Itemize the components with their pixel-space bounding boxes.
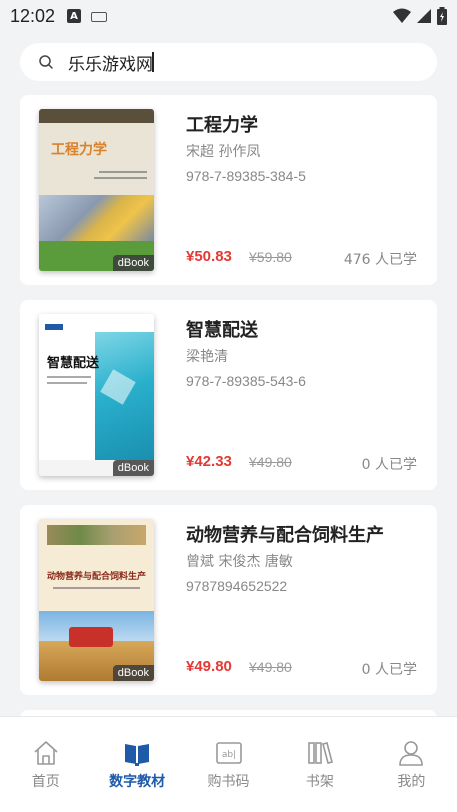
user-icon [399, 741, 424, 766]
cover-harvester [69, 627, 113, 647]
notification-a-icon: A [67, 9, 82, 23]
book-isbn: 978-7-89385-384-5 [186, 168, 306, 184]
signal-icon [417, 9, 431, 23]
cover-title: 智慧配送 [47, 356, 100, 371]
nav-profile[interactable]: 我的 [366, 717, 457, 812]
book-price: ¥50.83 [186, 248, 232, 265]
book-cover[interactable]: 工程力学 dBook [39, 109, 154, 271]
nav-digital-textbook[interactable]: 数字教材 [91, 717, 182, 812]
shelf-icon [308, 742, 333, 764]
nav-label: 书架 [305, 774, 334, 790]
book-learners: 476 人已学 [343, 252, 417, 268]
book-cover[interactable]: 智慧配送 dBook [39, 314, 154, 476]
book-original-price: ¥49.80 [249, 659, 292, 675]
book-icon [125, 744, 150, 766]
cover-line [47, 382, 87, 384]
cover-image [39, 195, 154, 241]
book-list: 工程力学 dBook 工程力学 宋超 孙作凤 978-7-89385-384-5… [20, 95, 437, 755]
book-original-price: ¥59.80 [249, 249, 292, 265]
book-isbn: 978-7-89385-543-6 [186, 373, 306, 389]
book-card[interactable]: 动物营养与配合饲料生产 dBook 动物营养与配合饲料生产 曾斌 宋俊杰 唐敏 … [20, 505, 437, 695]
book-cover[interactable]: 动物营养与配合饲料生产 dBook [39, 519, 154, 681]
code-icon: ab| [215, 742, 242, 764]
nav-label: 我的 [397, 774, 426, 790]
nav-purchase-code[interactable]: ab| 购书码 [183, 717, 274, 812]
book-learners: 0 人已学 [361, 662, 417, 678]
book-price: ¥49.80 [186, 658, 232, 675]
dbook-tag: dBook [112, 460, 154, 476]
cover-header-band [39, 109, 154, 123]
cover-line [94, 177, 147, 179]
bottom-nav: 首页 数字教材 ab| 购书码 书架 我的 [0, 716, 457, 812]
book-title[interactable]: 智慧配送 [186, 316, 258, 342]
nav-label: 数字教材 [109, 774, 166, 790]
keyboard-icon [91, 11, 108, 22]
search-bar[interactable]: 乐乐游戏网 [20, 43, 437, 81]
cover-title: 工程力学 [51, 142, 107, 158]
book-original-price: ¥49.80 [249, 454, 292, 470]
cover-logo [45, 324, 63, 330]
nav-home[interactable]: 首页 [0, 717, 91, 812]
nav-label: 购书码 [207, 774, 250, 790]
book-isbn: 9787894652522 [186, 578, 288, 594]
battery-icon [437, 7, 447, 25]
search-input[interactable]: 乐乐游戏网 [68, 50, 153, 75]
book-title[interactable]: 工程力学 [186, 111, 258, 137]
nav-bookshelf[interactable]: 书架 [274, 717, 365, 812]
dbook-tag: dBook [112, 255, 154, 271]
cover-line [47, 376, 91, 378]
book-author: 梁艳清 [186, 349, 228, 365]
cover-title: 动物营养与配合饲料生产 [46, 572, 146, 582]
svg-text:ab|: ab| [221, 750, 235, 760]
home-icon [34, 741, 58, 765]
cover-line [53, 587, 140, 589]
book-card[interactable]: 智慧配送 dBook 智慧配送 梁艳清 978-7-89385-543-6 ¥4… [20, 300, 437, 490]
text-caret [152, 52, 154, 72]
search-icon [39, 55, 53, 69]
wifi-icon [393, 8, 411, 23]
cover-photo-strip [47, 525, 146, 545]
book-author: 宋超 孙作凤 [186, 144, 261, 160]
book-author: 曾斌 宋俊杰 唐敏 [186, 554, 293, 570]
book-title[interactable]: 动物营养与配合饲料生产 [186, 521, 384, 547]
dbook-tag: dBook [112, 665, 154, 681]
book-learners: 0 人已学 [361, 457, 417, 473]
status-bar: 12:02 A [0, 0, 457, 32]
book-price: ¥42.33 [186, 453, 232, 470]
nav-label: 首页 [31, 774, 60, 790]
cover-line [99, 171, 147, 173]
status-time: 12:02 [10, 5, 56, 26]
book-card[interactable]: 工程力学 dBook 工程力学 宋超 孙作凤 978-7-89385-384-5… [20, 95, 437, 285]
